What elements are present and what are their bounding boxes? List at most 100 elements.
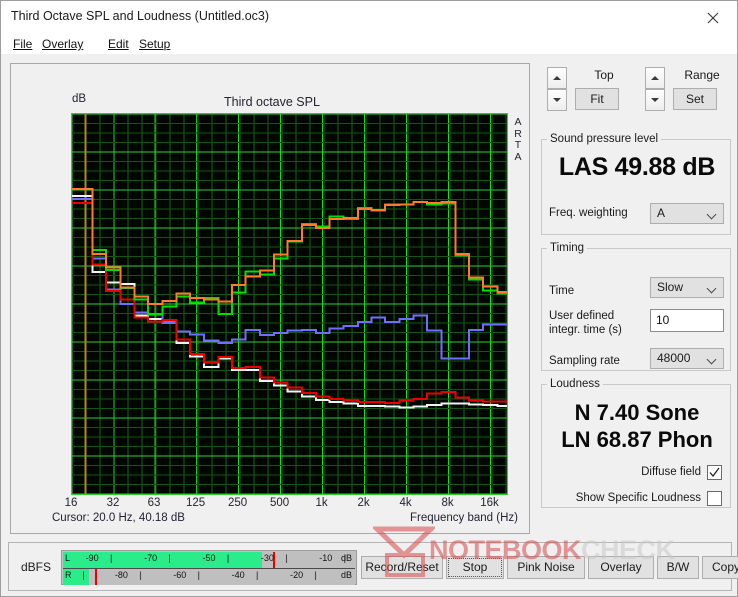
meter-tick-mark: | bbox=[197, 570, 200, 580]
meter-tick-label: -80 bbox=[114, 570, 128, 580]
range-set-button[interactable]: Set bbox=[673, 88, 717, 110]
user-integration-label: User defined integr. time (s) bbox=[549, 309, 629, 337]
freq-weighting-value: A bbox=[657, 206, 666, 220]
spl-plot-canvas bbox=[72, 114, 507, 494]
x-tick-label: 16k bbox=[480, 497, 499, 509]
x-tick-label: 16 bbox=[64, 497, 78, 509]
top-spinner-up[interactable] bbox=[547, 67, 567, 89]
sampling-rate-label: Sampling rate bbox=[549, 355, 620, 367]
time-select[interactable]: Slow bbox=[650, 277, 724, 298]
menu-bar: File Overlay Edit Setup bbox=[1, 34, 737, 54]
close-button[interactable] bbox=[691, 1, 737, 33]
y-axis-tick-labels: 0.05.010.015.020.025.030.035.040.045.050… bbox=[12, 65, 68, 505]
meter-tick-mark: | bbox=[226, 553, 230, 563]
show-specific-loudness-checkbox[interactable] bbox=[707, 491, 722, 506]
show-specific-loudness-label: Show Specific Loudness bbox=[575, 492, 701, 504]
meter-tick-label: -50 bbox=[202, 553, 216, 563]
record-reset-button[interactable]: Record/Reset bbox=[361, 556, 443, 579]
user-integration-value: 10 bbox=[656, 313, 670, 327]
x-tick-label: 500 bbox=[269, 497, 290, 509]
meter-left-channel-label: L bbox=[65, 553, 71, 563]
timing-group: Timing Time Slow User defined integr. ti… bbox=[541, 242, 731, 371]
meter-right-channel-label: R bbox=[65, 570, 72, 580]
meter-tick-mark: | bbox=[285, 553, 288, 563]
copy-button[interactable]: Copy bbox=[702, 556, 738, 579]
x-tick-label: 63 bbox=[147, 497, 161, 509]
loudness-group: Loudness N 7.40 Sone LN 68.87 Phon Diffu… bbox=[541, 378, 731, 508]
range-spinner-up[interactable] bbox=[645, 67, 665, 89]
right-control-column: Top Fit Range Set Sound pressure level L… bbox=[541, 63, 731, 508]
loudness-group-legend: Loudness bbox=[550, 378, 600, 390]
spl-group-legend: Sound pressure level bbox=[550, 133, 659, 145]
meter-tick-label: -60 bbox=[173, 570, 187, 580]
menu-item-edit[interactable]: Edit bbox=[105, 36, 132, 52]
meter-tick-label: -30 bbox=[260, 553, 274, 563]
x-tick-label: 1k bbox=[315, 497, 328, 509]
menu-item-overlay[interactable]: Overlay bbox=[39, 36, 86, 52]
loudness-sone-reading: N 7.40 Sone bbox=[574, 400, 700, 425]
top-fit-button[interactable]: Fit bbox=[575, 88, 619, 110]
meter-tick-label: -10 bbox=[319, 553, 333, 563]
input-level-meter: L dB -90 | -70 | -50 | -30 | -10 | R dB -80 | -60 | -… bbox=[61, 550, 357, 585]
chart-title: Third octave SPL bbox=[224, 95, 320, 109]
meter-tick-label: -20 bbox=[290, 570, 304, 580]
range-spinner-down[interactable] bbox=[645, 89, 665, 111]
top-spinner[interactable] bbox=[547, 67, 567, 111]
meter-tick-mark: | bbox=[168, 553, 171, 563]
menu-overlay-label: Overlay bbox=[42, 37, 84, 51]
diffuse-field-row: Diffuse field bbox=[542, 465, 727, 482]
menu-item-file[interactable]: File bbox=[10, 36, 35, 52]
sampling-rate-value: 48000 bbox=[657, 351, 691, 365]
user-integration-label-line1: User defined bbox=[549, 310, 615, 322]
loudness-phon-reading: LN 68.87 Phon bbox=[561, 427, 713, 452]
range-label: Range bbox=[684, 68, 720, 82]
user-integration-input[interactable]: 10 bbox=[650, 309, 724, 332]
x-tick-label: 32 bbox=[106, 497, 120, 509]
window-title: Third Octave SPL and Loudness (Untitled.… bbox=[11, 9, 270, 23]
checkmark-icon bbox=[709, 467, 720, 477]
bw-button[interactable]: B/W bbox=[657, 556, 699, 579]
meter-row-left: L dB -90 | -70 | -50 | -30 | -10 | bbox=[63, 552, 355, 568]
stop-button[interactable]: Stop bbox=[446, 556, 504, 579]
timing-group-legend: Timing bbox=[550, 242, 585, 254]
top-spinner-down[interactable] bbox=[547, 89, 567, 111]
menu-item-setup[interactable]: Setup bbox=[136, 36, 173, 52]
triangle-up-icon bbox=[651, 76, 659, 80]
range-spinner[interactable] bbox=[645, 67, 665, 111]
menu-edit-label: Edit bbox=[108, 37, 129, 51]
close-icon bbox=[707, 12, 719, 24]
overlay-button[interactable]: Overlay bbox=[588, 556, 654, 579]
sound-pressure-level-group: Sound pressure level LAS 49.88 dB Freq. … bbox=[541, 133, 731, 235]
show-specific-loudness-row: Show Specific Loudness bbox=[542, 491, 727, 508]
pink-noise-button[interactable]: Pink Noise bbox=[507, 556, 585, 579]
x-tick-label: 250 bbox=[227, 497, 248, 509]
graph-panel: dB Third octave SPL 0.05.010.015.020.025… bbox=[10, 63, 530, 534]
time-label: Time bbox=[549, 285, 575, 297]
bottom-bar: dBFS L dB -90 | -70 | -50 | -30 | -10 | R dB -80 |… bbox=[8, 542, 738, 591]
triangle-down-icon bbox=[651, 98, 659, 102]
meter-tick-label: -40 bbox=[231, 570, 245, 580]
meter-tick-mark: | bbox=[82, 570, 85, 580]
arta-logo: ARTA bbox=[514, 116, 522, 163]
triangle-down-icon bbox=[553, 98, 561, 102]
x-tick-label: 8k bbox=[441, 497, 454, 509]
x-axis-title: Frequency band (Hz) bbox=[409, 512, 518, 524]
x-tick-label: 125 bbox=[185, 497, 206, 509]
diffuse-field-label: Diffuse field bbox=[641, 466, 701, 478]
meter-left-unit: dB bbox=[340, 553, 352, 563]
chevron-down-icon bbox=[708, 356, 716, 364]
meter-tick-mark: | bbox=[314, 570, 317, 580]
meter-tick-mark: | bbox=[343, 553, 346, 563]
meter-right-unit: dB bbox=[340, 570, 352, 580]
spl-plot[interactable] bbox=[71, 113, 508, 495]
freq-weighting-select[interactable]: A bbox=[650, 203, 724, 224]
meter-row-right: R dB -80 | -60 | -40 | -20 | | bbox=[63, 569, 355, 585]
sampling-rate-select[interactable]: 48000 bbox=[650, 348, 724, 369]
x-tick-label: 2k bbox=[357, 497, 370, 509]
x-tick-label: 4k bbox=[399, 497, 412, 509]
diffuse-field-checkbox[interactable] bbox=[707, 465, 722, 480]
meter-tick-label: -90 bbox=[85, 553, 99, 563]
scale-controls: Top Fit Range Set bbox=[541, 63, 731, 115]
freq-weighting-label: Freq. weighting bbox=[549, 207, 628, 219]
chevron-down-icon bbox=[708, 285, 716, 293]
